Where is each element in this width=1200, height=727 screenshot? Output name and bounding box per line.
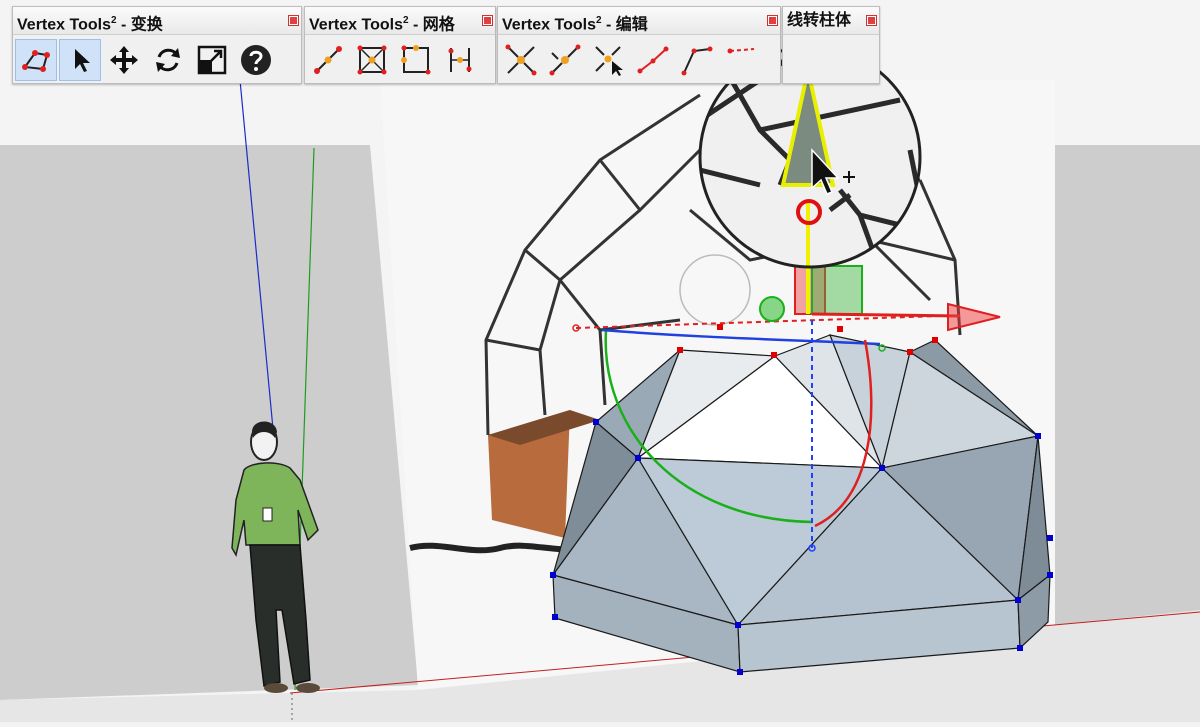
pointer-button[interactable] bbox=[59, 39, 101, 81]
connect-icon bbox=[637, 46, 669, 74]
border-mesh-button[interactable] bbox=[395, 39, 437, 81]
right-wall bbox=[1055, 145, 1200, 625]
line-mesh-button[interactable] bbox=[307, 39, 349, 81]
help-icon bbox=[241, 45, 271, 75]
select-vertices-button[interactable] bbox=[15, 39, 57, 81]
3d-scene[interactable] bbox=[0, 0, 1200, 722]
merge-cursor-button[interactable] bbox=[588, 39, 630, 81]
grid-mesh-button[interactable] bbox=[439, 39, 481, 81]
quad-mesh-button[interactable] bbox=[351, 39, 393, 81]
connect-button[interactable] bbox=[632, 39, 674, 81]
border-icon bbox=[401, 45, 431, 75]
scale-button[interactable] bbox=[191, 39, 233, 81]
rotate-icon bbox=[156, 48, 180, 72]
grid-lines-icon bbox=[448, 48, 472, 72]
edit-icon bbox=[727, 48, 755, 54]
corner-button[interactable] bbox=[676, 39, 718, 81]
arrow-cursor-icon bbox=[75, 49, 90, 72]
merge-to-icon bbox=[549, 44, 581, 76]
sketchup-viewport[interactable] bbox=[0, 0, 1200, 722]
close-icon[interactable] bbox=[288, 15, 299, 26]
green-sphere-handle[interactable] bbox=[759, 296, 785, 322]
vertex-tools-mesh-toolbar: Vertex Tools2 - 网格 bbox=[304, 6, 496, 84]
move-button[interactable] bbox=[103, 39, 145, 81]
move-arrows-icon bbox=[110, 46, 138, 74]
merge-cursor-icon bbox=[595, 46, 623, 76]
line-to-cylinder-toolbar: 线转柱体 bbox=[782, 6, 880, 84]
left-wall bbox=[0, 145, 418, 700]
vertex-tools-edit-toolbar: Vertex Tools2 - 编辑 bbox=[497, 6, 781, 84]
quad-cross-icon bbox=[357, 45, 387, 75]
close-icon[interactable] bbox=[767, 15, 778, 26]
extra-edit-button[interactable] bbox=[720, 39, 762, 81]
merge-button[interactable] bbox=[500, 39, 542, 81]
corner-icon bbox=[681, 46, 713, 76]
merge-icon bbox=[505, 44, 537, 76]
red-move-axis[interactable] bbox=[811, 312, 961, 318]
toolbar-title[interactable]: Vertex Tools2 - 网格 bbox=[305, 7, 495, 35]
toolbar-title[interactable]: Vertex Tools2 - 变换 bbox=[13, 7, 301, 35]
vertex-select-icon bbox=[22, 50, 50, 72]
line-icon bbox=[314, 46, 342, 74]
vertex-tools-transform-toolbar: Vertex Tools2 - 变换 bbox=[12, 6, 302, 84]
green-plane-handle[interactable] bbox=[811, 265, 863, 315]
toolbar-title[interactable]: 线转柱体 bbox=[783, 7, 879, 35]
toolbar-title[interactable]: Vertex Tools2 - 编辑 bbox=[498, 7, 780, 35]
rotate-button[interactable] bbox=[147, 39, 189, 81]
close-icon[interactable] bbox=[866, 15, 877, 26]
close-icon[interactable] bbox=[482, 15, 493, 26]
merge-to-button[interactable] bbox=[544, 39, 586, 81]
help-button[interactable] bbox=[235, 39, 277, 81]
scale-icon bbox=[197, 45, 227, 75]
